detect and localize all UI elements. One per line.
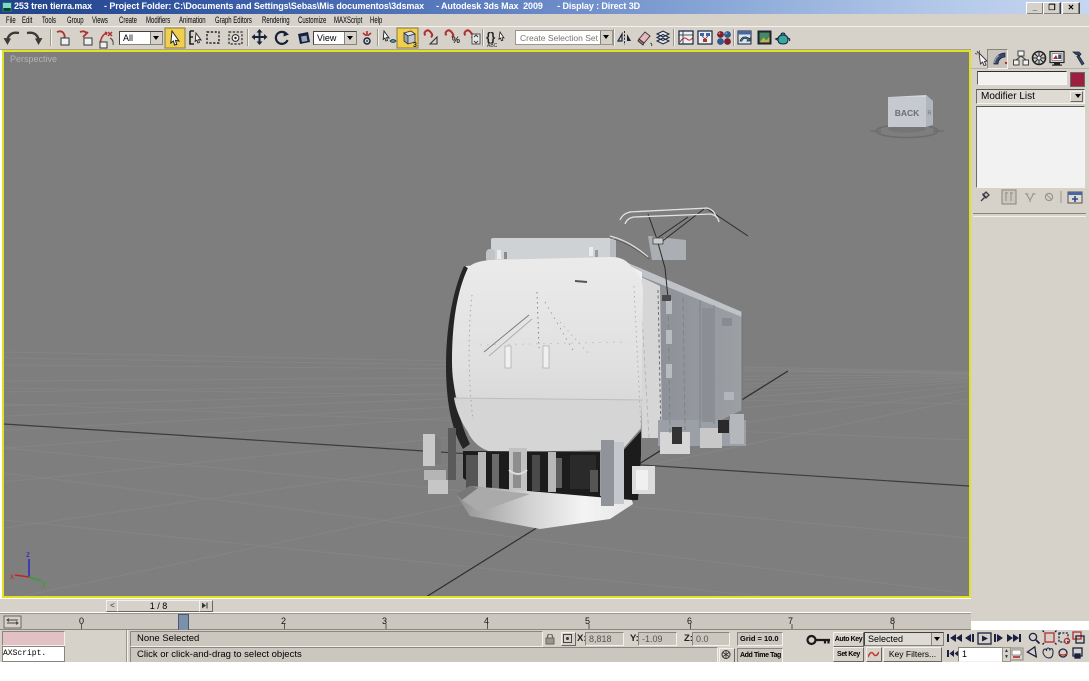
svg-text:{}: {}: [486, 30, 496, 44]
svg-text:R: R: [927, 111, 932, 117]
svg-text:%: %: [452, 35, 460, 45]
svg-text:y: y: [42, 579, 46, 588]
svg-text:z: z: [26, 550, 30, 559]
svg-text:3: 3: [413, 42, 417, 49]
svg-text:x: x: [10, 572, 14, 581]
svg-text:ABC: ABC: [487, 43, 498, 49]
svg-text:BACK: BACK: [895, 108, 920, 118]
